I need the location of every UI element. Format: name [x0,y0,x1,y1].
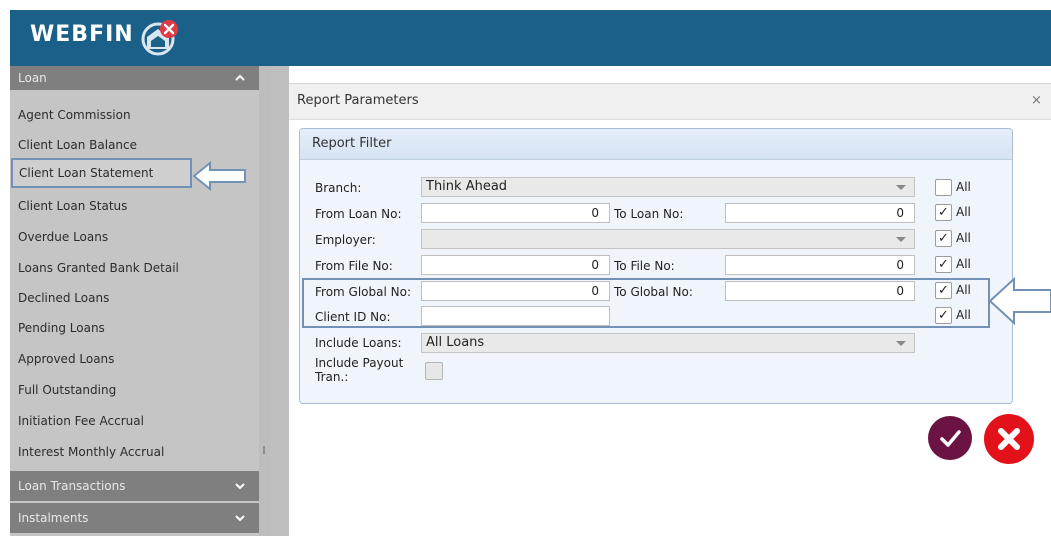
to-global-label: To Global No: [614,285,693,299]
sidebar-item-label: Overdue Loans [18,230,109,244]
main-gutter [271,66,289,536]
sidebar-item-label: Client Loan Status [18,199,128,213]
sidebar-item-label: Client Loan Balance [18,138,138,152]
include-loans-value: All Loans [426,335,485,350]
chevron-up-icon [235,74,245,81]
sidebar-item-label: Approved Loans [18,352,115,366]
from-global-input[interactable]: 0 [421,281,610,301]
sidebar: Loan Agent Commission Client Loan Balanc… [10,66,259,536]
client-id-all-label: All [956,308,971,322]
pointer-arrow-icon [192,160,246,192]
sidebar-item-interest-monthly-accrual[interactable]: Interest Monthly Accrual [10,437,259,467]
file-all-checkbox[interactable]: ✓ [935,256,952,273]
chevron-down-icon [896,185,906,190]
loan-all-label: All [956,205,971,219]
global-all-checkbox[interactable]: ✓ [935,282,952,299]
to-file-input[interactable]: 0 [725,255,915,275]
ok-button[interactable] [928,416,972,460]
include-payout-label: Include Payout [315,356,404,370]
chevron-down-icon [896,237,906,242]
employer-all-checkbox[interactable]: ✓ [935,230,952,247]
branch-label: Branch: [315,181,362,195]
sidebar-item-client-loan-status[interactable]: Client Loan Status [10,191,259,221]
employer-all-label: All [956,231,971,245]
sidebar-section-label: Instalments [18,511,89,525]
cancel-button[interactable] [984,414,1034,464]
sidebar-item-overdue-loans[interactable]: Overdue Loans [10,222,259,252]
sidebar-item-label: Client Loan Statement [19,166,154,180]
app-title: WEBFIN [30,22,134,47]
close-icon [998,428,1020,450]
sidebar-section-loan[interactable]: Loan [10,66,259,90]
sidebar-item-full-outstanding[interactable]: Full Outstanding [10,375,259,405]
include-loans-label: Include Loans: [315,336,402,350]
dialog-title: Report Parameters [297,93,419,108]
employer-select[interactable] [421,229,915,249]
sidebar-item-label: Declined Loans [18,291,110,305]
to-loan-label: To Loan No: [614,207,684,221]
sidebar-item-label: Pending Loans [18,321,105,335]
branch-select[interactable]: Think Ahead [421,177,915,197]
report-filter-header: Report Filter [300,129,1012,160]
splitter-grip [263,446,265,454]
sidebar-item-label: Initiation Fee Accrual [18,414,144,428]
sidebar-section-label: Loan Transactions [18,479,126,493]
report-filter-title: Report Filter [312,136,392,151]
chevron-down-icon [896,341,906,346]
checkmark-icon [940,430,961,447]
client-id-label: Client ID No: [315,310,391,324]
sidebar-item-loans-granted-bank-detail[interactable]: Loans Granted Bank Detail [10,253,259,283]
dialog-title-bar: Report Parameters × [289,84,1051,120]
from-file-label: From File No: [315,259,393,273]
include-payout-checkbox[interactable] [425,362,443,380]
sidebar-item-label: Agent Commission [18,108,131,122]
sidebar-splitter[interactable] [259,66,271,536]
sidebar-item-initiation-fee-accrual[interactable]: Initiation Fee Accrual [10,406,259,436]
client-id-input[interactable] [421,306,610,326]
to-loan-input[interactable]: 0 [725,203,915,223]
file-all-label: All [956,257,971,271]
app-header: WEBFIN [10,10,1051,66]
to-file-label: To File No: [614,259,675,273]
logo-icon [141,20,178,56]
branch-select-value: Think Ahead [426,179,508,194]
from-loan-label: From Loan No: [315,207,402,221]
to-global-input[interactable]: 0 [725,281,915,301]
include-payout-label-2: Tran.: [315,370,349,384]
close-icon[interactable]: × [1031,93,1042,108]
sidebar-item-approved-loans[interactable]: Approved Loans [10,344,259,374]
employer-label: Employer: [315,233,376,247]
sidebar-section-instalments[interactable]: Instalments [10,503,259,533]
from-global-label: From Global No: [315,285,411,299]
from-file-input[interactable]: 0 [421,255,610,275]
chevron-down-icon [235,515,245,522]
global-all-label: All [956,283,971,297]
sidebar-section-loan-transactions[interactable]: Loan Transactions [10,471,259,501]
pointer-arrow-icon [988,276,1051,326]
sidebar-item-pending-loans[interactable]: Pending Loans [10,313,259,343]
branch-all-checkbox[interactable] [935,179,952,196]
from-loan-input[interactable]: 0 [421,203,610,223]
loan-all-checkbox[interactable]: ✓ [935,204,952,221]
sidebar-item-label: Loans Granted Bank Detail [18,261,179,275]
sidebar-section-label: Loan [18,71,47,85]
include-loans-select[interactable]: All Loans [421,333,915,353]
sidebar-item-client-loan-balance[interactable]: Client Loan Balance [10,130,259,160]
client-id-all-checkbox[interactable]: ✓ [935,307,952,324]
sidebar-item-label: Full Outstanding [18,383,117,397]
sidebar-item-agent-commission[interactable]: Agent Commission [10,100,259,130]
sidebar-item-declined-loans[interactable]: Declined Loans [10,283,259,313]
chevron-down-icon [235,483,245,490]
branch-all-label: All [956,180,971,194]
sidebar-item-client-loan-statement[interactable]: Client Loan Statement [11,158,192,188]
sidebar-item-label: Interest Monthly Accrual [18,445,165,459]
